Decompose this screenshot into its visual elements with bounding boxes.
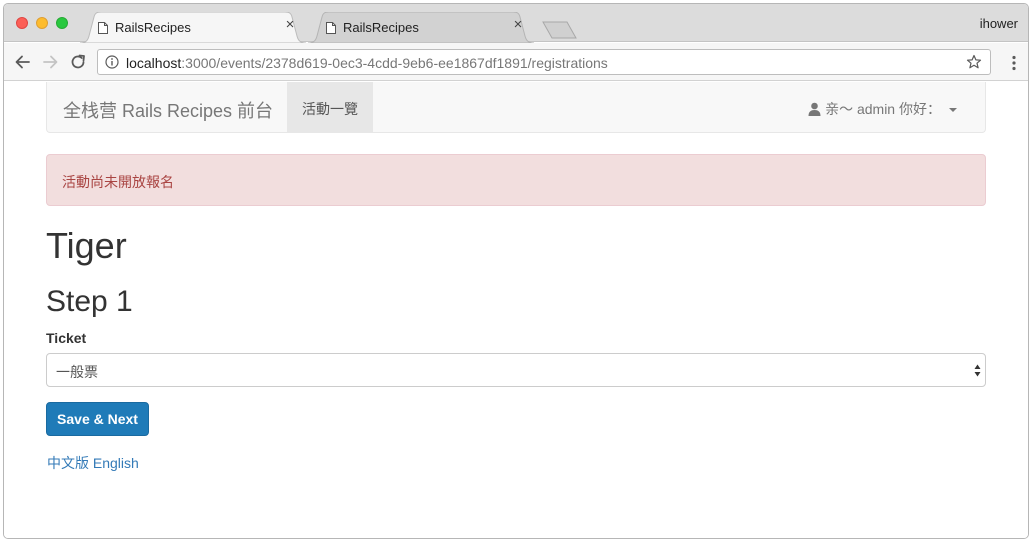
page-content: 全栈营 Rails Recipes 前台 活動一覽 亲～ admin 你好： 活… — [4, 82, 1028, 538]
info-icon[interactable] — [105, 55, 119, 69]
alert-message: 活動尚未開放報名 — [62, 174, 174, 190]
close-window-button[interactable] — [16, 17, 28, 29]
ticket-selected-value: 一般票 — [56, 364, 98, 380]
user-icon — [808, 102, 821, 116]
ticket-label: Ticket — [46, 330, 87, 346]
tab-title: RailsRecipes — [115, 20, 191, 35]
browser-window: RailsRecipes × RailsRecipes × ihower loc… — [3, 3, 1029, 539]
select-arrows-icon — [974, 364, 981, 377]
page-icon — [98, 22, 108, 34]
close-icon[interactable]: × — [510, 17, 526, 33]
nav-item-label: 活動一覽 — [302, 101, 358, 117]
step-heading: Step 1 — [46, 285, 133, 318]
save-next-button[interactable]: Save & Next — [46, 402, 149, 436]
tab-strip: RailsRecipes × RailsRecipes × ihower — [4, 4, 1028, 43]
close-icon[interactable]: × — [282, 17, 298, 33]
ticket-select[interactable]: 一般票 — [46, 353, 986, 387]
alert-danger: 活動尚未開放報名 — [46, 154, 986, 206]
url-path: :3000/events/2378d619-0ec3-4cdd-9eb6-ee1… — [181, 55, 608, 71]
event-title: Tiger — [46, 225, 127, 266]
profile-name[interactable]: ihower — [980, 16, 1018, 31]
minimize-window-button[interactable] — [36, 17, 48, 29]
back-arrow-icon[interactable] — [13, 52, 33, 72]
browser-tab-active[interactable]: RailsRecipes × — [80, 12, 306, 43]
caret-down-icon — [949, 108, 957, 112]
url-text: localhost:3000/events/2378d619-0ec3-4cdd… — [126, 55, 608, 71]
address-bar[interactable]: localhost:3000/events/2378d619-0ec3-4cdd… — [97, 49, 991, 75]
nav-item-events[interactable]: 活動一覽 — [287, 82, 373, 132]
more-menu-icon[interactable] — [1012, 55, 1016, 71]
bookmark-star-icon[interactable] — [966, 54, 982, 70]
browser-tab[interactable]: RailsRecipes × — [308, 12, 534, 43]
user-greeting: 亲～ admin 你好： — [825, 101, 941, 117]
site-navbar: 全栈营 Rails Recipes 前台 活動一覽 亲～ admin 你好： — [46, 82, 986, 133]
tab-title: RailsRecipes — [343, 20, 419, 35]
lang-english-link[interactable]: English — [93, 455, 139, 471]
user-dropdown[interactable]: 亲～ admin 你好： — [808, 99, 957, 119]
lang-chinese-link[interactable]: 中文版 — [47, 455, 89, 471]
site-brand[interactable]: 全栈营 Rails Recipes 前台 — [63, 97, 273, 123]
url-host: localhost — [126, 55, 182, 71]
forward-arrow-icon[interactable] — [40, 52, 60, 72]
language-switcher: 中文版 English — [47, 453, 139, 473]
reload-icon[interactable] — [68, 52, 88, 72]
page-icon — [326, 22, 336, 34]
maximize-window-button[interactable] — [56, 17, 68, 29]
browser-toolbar: localhost:3000/events/2378d619-0ec3-4cdd… — [4, 43, 1028, 81]
new-tab-button[interactable] — [542, 21, 578, 39]
